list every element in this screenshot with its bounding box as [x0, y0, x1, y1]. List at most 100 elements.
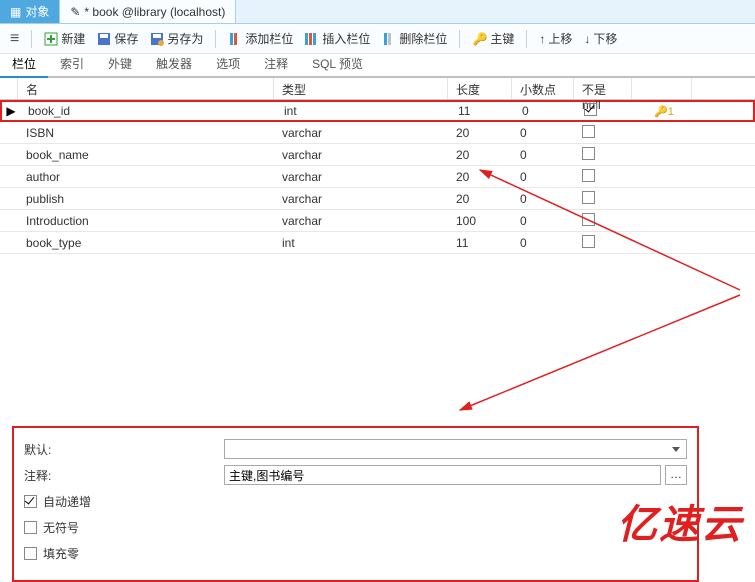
- cell-type[interactable]: int: [276, 104, 450, 118]
- cell-length[interactable]: 20: [448, 192, 512, 206]
- row-indicator: ▶: [2, 104, 20, 118]
- zerofill-checkbox[interactable]: [24, 547, 37, 560]
- tab-object[interactable]: ▦ 对象: [0, 0, 60, 23]
- down-icon: ↓: [584, 32, 590, 46]
- cell-notnull[interactable]: [574, 147, 632, 163]
- edit-icon: ✎: [70, 5, 80, 19]
- pk-label: 主键: [490, 30, 514, 47]
- cell-notnull[interactable]: [574, 213, 632, 229]
- cell-decimals[interactable]: 0: [512, 170, 574, 184]
- table-row[interactable]: book_typeint110: [0, 232, 755, 254]
- unsigned-checkbox[interactable]: [24, 521, 37, 534]
- unsigned-label: 无符号: [43, 519, 79, 536]
- cell-decimals[interactable]: 0: [514, 104, 576, 118]
- notnull-checkbox[interactable]: [582, 147, 595, 160]
- grid-body: ▶book_idint110🔑1ISBNvarchar200book_namev…: [0, 100, 755, 254]
- header-decimals[interactable]: 小数点: [512, 78, 574, 99]
- cell-type[interactable]: varchar: [274, 170, 448, 184]
- tab-options[interactable]: 选项: [204, 51, 252, 76]
- tab-fk[interactable]: 外键: [96, 51, 144, 76]
- cell-decimals[interactable]: 0: [512, 192, 574, 206]
- cell-name[interactable]: Introduction: [18, 214, 274, 228]
- tab-comment[interactable]: 注释: [252, 51, 300, 76]
- cell-name[interactable]: author: [18, 170, 274, 184]
- tab-edit[interactable]: ✎ * book @library (localhost): [60, 0, 236, 23]
- deletecol-label: 删除栏位: [399, 30, 447, 47]
- cell-type[interactable]: varchar: [274, 148, 448, 162]
- table-row[interactable]: authorvarchar200: [0, 166, 755, 188]
- new-button[interactable]: 新建: [40, 28, 89, 49]
- header-name[interactable]: 名: [18, 78, 274, 99]
- cell-length[interactable]: 20: [448, 148, 512, 162]
- tab-sqlpreview[interactable]: SQL 预览: [300, 51, 375, 76]
- cell-type[interactable]: varchar: [274, 192, 448, 206]
- addcol-label: 添加栏位: [245, 30, 293, 47]
- header-notnull[interactable]: 不是 null: [574, 78, 632, 99]
- tab-index[interactable]: 索引: [48, 51, 96, 76]
- tab-trigger[interactable]: 触发器: [144, 51, 204, 76]
- cell-notnull[interactable]: [574, 169, 632, 185]
- table-row[interactable]: Introductionvarchar1000: [0, 210, 755, 232]
- default-select[interactable]: [224, 439, 687, 459]
- header-type[interactable]: 类型: [274, 78, 448, 99]
- cell-type[interactable]: varchar: [274, 214, 448, 228]
- cell-type[interactable]: int: [274, 236, 448, 250]
- table-row[interactable]: publishvarchar200: [0, 188, 755, 210]
- zerofill-label: 填充零: [43, 545, 79, 562]
- deletecol-button[interactable]: 删除栏位: [378, 28, 451, 49]
- save-button[interactable]: 保存: [93, 28, 142, 49]
- addcol-button[interactable]: 添加栏位: [224, 28, 297, 49]
- insertcol-icon: [305, 32, 319, 46]
- table-row[interactable]: book_namevarchar200: [0, 144, 755, 166]
- cell-length[interactable]: 20: [448, 170, 512, 184]
- cell-length[interactable]: 11: [448, 236, 512, 250]
- cell-notnull[interactable]: [574, 235, 632, 251]
- cell-name[interactable]: book_type: [18, 236, 274, 250]
- movedown-label: 下移: [593, 30, 617, 47]
- table-icon: ▦: [10, 5, 21, 19]
- header-length[interactable]: 长度: [448, 78, 512, 99]
- autoinc-label: 自动递增: [43, 493, 91, 510]
- autoinc-checkbox[interactable]: [24, 495, 37, 508]
- cell-name[interactable]: publish: [18, 192, 274, 206]
- cell-notnull[interactable]: [574, 191, 632, 207]
- cell-decimals[interactable]: 0: [512, 214, 574, 228]
- pk-button[interactable]: 🔑 主键: [468, 28, 518, 49]
- cell-name[interactable]: book_id: [20, 104, 276, 118]
- new-label: 新建: [61, 30, 85, 47]
- notnull-checkbox[interactable]: [582, 235, 595, 248]
- toolbar: ≡ 新建 保存 另存为 添加栏位 插入栏位 删除栏位 🔑 主键 ↑ 上移 ↓ 下…: [0, 24, 755, 54]
- deletecol-icon: [382, 32, 396, 46]
- cell-name[interactable]: ISBN: [18, 126, 274, 140]
- cell-decimals[interactable]: 0: [512, 126, 574, 140]
- cell-length[interactable]: 11: [450, 104, 514, 118]
- saveas-button[interactable]: 另存为: [146, 28, 207, 49]
- cell-notnull[interactable]: [574, 125, 632, 141]
- cell-length[interactable]: 20: [448, 126, 512, 140]
- notnull-checkbox[interactable]: [582, 191, 595, 204]
- moveup-button[interactable]: ↑ 上移: [535, 28, 576, 49]
- tab-columns[interactable]: 栏位: [0, 51, 48, 78]
- window-tabs: ▦ 对象 ✎ * book @library (localhost): [0, 0, 755, 24]
- notnull-checkbox[interactable]: [582, 125, 595, 138]
- insertcol-button[interactable]: 插入栏位: [301, 28, 374, 49]
- comment-input[interactable]: [224, 465, 661, 485]
- notnull-checkbox[interactable]: [584, 103, 597, 116]
- notnull-checkbox[interactable]: [582, 213, 595, 226]
- properties-panel: 默认: 注释: … 自动递增 无符号 填充零: [12, 426, 699, 582]
- notnull-checkbox[interactable]: [582, 169, 595, 182]
- movedown-button[interactable]: ↓ 下移: [580, 28, 621, 49]
- cell-notnull[interactable]: [576, 103, 634, 119]
- cell-type[interactable]: varchar: [274, 126, 448, 140]
- cell-length[interactable]: 100: [448, 214, 512, 228]
- separator: [31, 30, 32, 48]
- table-row[interactable]: ▶book_idint110 🔑1: [0, 100, 755, 122]
- cell-key[interactable]: 🔑1: [634, 104, 694, 118]
- table-row[interactable]: ISBNvarchar200: [0, 122, 755, 144]
- cell-decimals[interactable]: 0: [512, 148, 574, 162]
- more-button[interactable]: …: [665, 465, 687, 485]
- menu-button[interactable]: ≡: [6, 28, 23, 50]
- cell-name[interactable]: book_name: [18, 148, 274, 162]
- separator: [459, 30, 460, 48]
- cell-decimals[interactable]: 0: [512, 236, 574, 250]
